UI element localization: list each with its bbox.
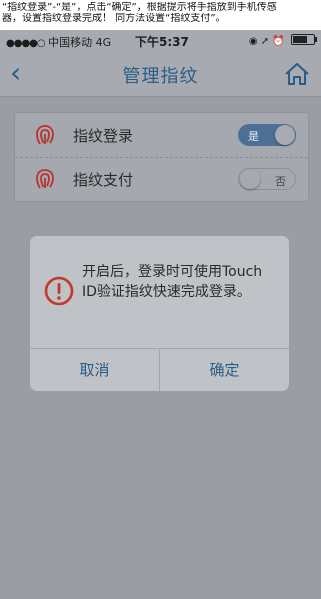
signal-strength: ●●●●○ xyxy=(6,38,46,49)
status-time: 下午5:37 xyxy=(135,35,189,49)
carrier-name: 中国移动 xyxy=(48,36,93,49)
toggle-knob xyxy=(275,125,295,145)
toggle-text: 否 xyxy=(275,175,286,188)
nav-bar: ‹ 管理指纹 xyxy=(0,52,321,97)
settings-row-payment[interactable]: 指纹支付 否 xyxy=(15,157,308,201)
row-label-payment: 指纹支付 xyxy=(73,171,134,189)
page-title: 管理指纹 xyxy=(122,66,199,87)
fingerprint-settings-card: 指纹登录 是 指纹支付 否 xyxy=(14,112,309,202)
alert-icon xyxy=(44,276,74,306)
cancel-button[interactable]: 取消 xyxy=(30,349,160,391)
toggle-text: 是 xyxy=(248,130,259,143)
status-bar: ●●●●○ 中国移动 4G 下午5:37 ◉ ➚ ⏰ xyxy=(0,30,321,52)
network-type: 4G xyxy=(95,36,112,49)
payment-toggle[interactable]: 否 xyxy=(238,168,296,190)
row-label-login: 指纹登录 xyxy=(73,127,134,145)
caption-line-1: “指纹登录”-“是”，点击“确定”，根据提示将手指放到手机传感 xyxy=(2,2,277,13)
settings-row-login[interactable]: 指纹登录 是 xyxy=(15,113,308,158)
phone-screen: ●●●●○ 中国移动 4G 下午5:37 ◉ ➚ ⏰ ‹ 管理指纹 指纹登录 是… xyxy=(0,30,321,599)
status-icons: ◉ ➚ ⏰ xyxy=(248,36,285,47)
confirm-button[interactable]: 确定 xyxy=(160,349,289,391)
dialog-buttons: 取消 确定 xyxy=(30,348,289,391)
dialog-message: 开启后，登录时可使用Touch ID验证指纹快速完成登录。 xyxy=(82,264,263,300)
caption-text: “指纹登录”-“是”，点击“确定”，根据提示将手指放到手机传感 器，设置指纹登录… xyxy=(0,0,321,30)
fingerprint-icon xyxy=(36,125,54,145)
battery-icon xyxy=(291,34,317,45)
fingerprint-icon xyxy=(36,169,54,189)
home-icon[interactable] xyxy=(284,61,310,87)
login-toggle[interactable]: 是 xyxy=(238,124,296,146)
toggle-knob xyxy=(240,169,260,189)
confirm-dialog: 开启后，登录时可使用Touch ID验证指纹快速完成登录。 取消 确定 xyxy=(30,236,289,391)
caption-line-2: 器，设置指纹登录完成！ 同方法设置“指纹支付”。 xyxy=(2,13,226,24)
